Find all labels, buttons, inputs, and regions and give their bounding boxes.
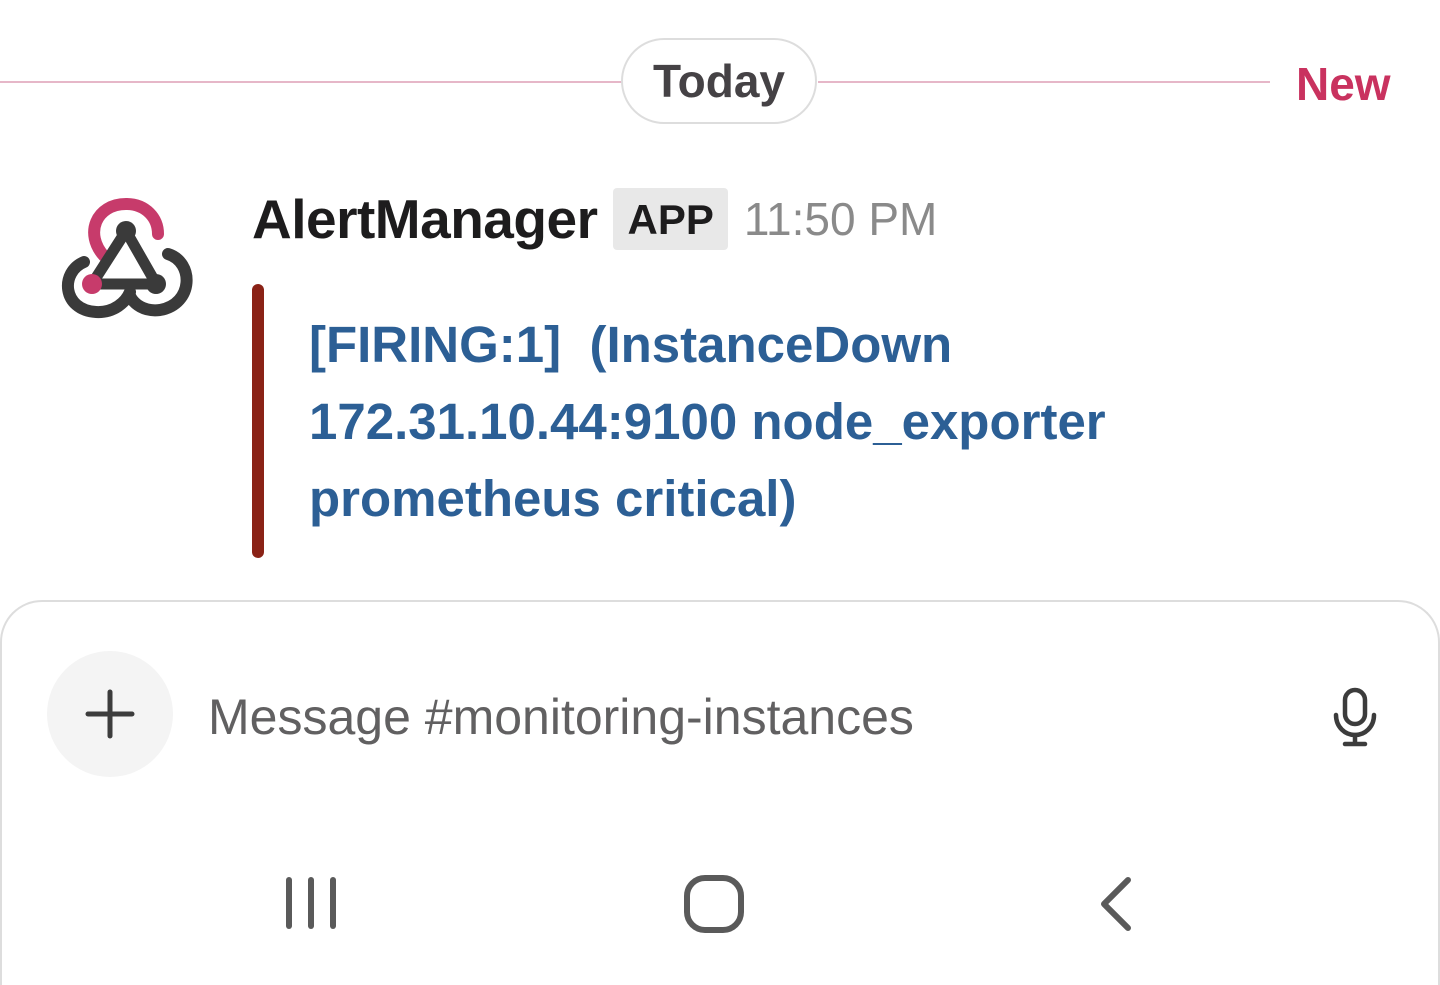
- attachment-title-link[interactable]: [FIRING:1] (InstanceDown 172.31.10.44:91…: [309, 306, 1209, 537]
- nav-recents-button[interactable]: [276, 872, 346, 934]
- divider-line-right: [818, 81, 1270, 83]
- attachment-color-bar: [252, 284, 264, 558]
- sender-avatar[interactable]: [56, 196, 196, 326]
- microphone-icon: [1333, 687, 1377, 747]
- nav-home-button[interactable]: [680, 872, 748, 936]
- sender-name[interactable]: AlertManager: [252, 187, 598, 251]
- message-header: AlertManager APP 11:50 PM: [252, 184, 937, 254]
- message-timestamp[interactable]: 11:50 PM: [744, 192, 937, 246]
- back-icon: [1101, 877, 1131, 931]
- alert-attachment: [FIRING:1] (InstanceDown 172.31.10.44:91…: [252, 284, 1252, 558]
- message-input[interactable]: [208, 676, 1268, 758]
- nav-back-button[interactable]: [1092, 872, 1140, 936]
- date-pill[interactable]: Today: [621, 38, 817, 124]
- new-messages-label: New: [1296, 58, 1391, 110]
- date-divider: Today New: [0, 0, 1440, 130]
- voice-record-button[interactable]: [1324, 684, 1386, 750]
- recents-icon: [286, 877, 336, 929]
- divider-line-left: [0, 81, 622, 83]
- home-icon: [684, 875, 744, 933]
- webhook-icon: [62, 197, 193, 319]
- plus-icon: [85, 689, 135, 739]
- add-attachment-button[interactable]: [47, 651, 173, 777]
- app-badge: APP: [613, 188, 728, 250]
